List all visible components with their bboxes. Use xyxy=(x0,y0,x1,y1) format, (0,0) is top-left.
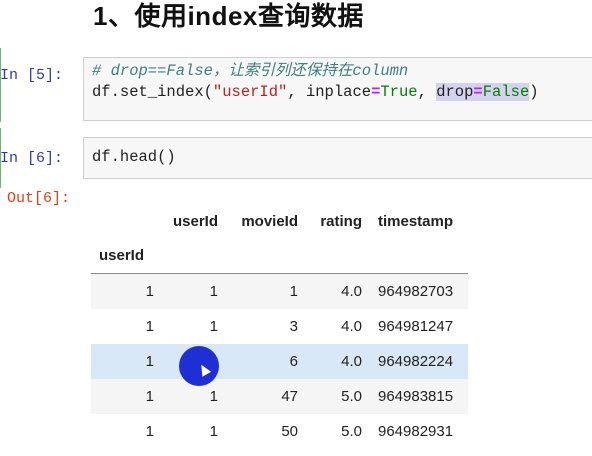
code-editor-6[interactable]: df.head() xyxy=(84,138,592,168)
table-cell: 964983815 xyxy=(370,379,468,414)
input-prompt-5: In [5]: xyxy=(0,67,64,84)
output-prompt-6: Out[6]: xyxy=(7,190,71,207)
table-row: 1 1 50 5.0 964982931 xyxy=(91,414,468,449)
index-name-row: userId xyxy=(91,238,468,274)
row-index: 1 xyxy=(145,423,154,440)
column-header: userId xyxy=(172,212,218,230)
column-header: movieId xyxy=(241,212,298,230)
table-cell: 964982703 xyxy=(370,273,468,309)
row-index: 1 xyxy=(91,379,162,414)
table-cell: 3 xyxy=(289,318,298,335)
table-cell: 1 xyxy=(209,318,218,335)
index-corner xyxy=(91,204,162,238)
table-cell: 1 xyxy=(209,423,218,440)
input-prompt-6: In [6]: xyxy=(0,150,64,167)
table-cell: 4.0 xyxy=(341,318,362,335)
row-index: 1 xyxy=(91,273,162,309)
code-line: df.set_index("userId", inplace=True, dro… xyxy=(92,83,539,101)
row-index: 1 xyxy=(145,318,154,335)
code-comment: # drop==False，让索引列还保持在column xyxy=(92,62,409,80)
table-cell: 964981247 xyxy=(378,318,454,335)
table-cell: 6 xyxy=(226,344,306,379)
table-cell: 5.0 xyxy=(306,379,370,414)
table-cell: 1 xyxy=(162,273,226,309)
row-index: 1 xyxy=(91,344,162,379)
code-cell-6[interactable]: df.head() xyxy=(83,137,592,179)
section-heading: 1、使用index查询数据 xyxy=(93,1,364,31)
column-header: rating xyxy=(320,212,362,230)
table-row: 1 1 1 4.0 964982703 xyxy=(91,273,468,309)
code-cell-5[interactable]: # drop==False，让索引列还保持在column df.set_inde… xyxy=(83,57,592,121)
table-row-hovered: 1 1 6 4.0 964982224 xyxy=(91,344,468,379)
table-cell: 5.0 xyxy=(341,423,362,440)
column-header-row: userId movieId rating timestamp xyxy=(91,204,468,238)
table-row: 1 1 3 4.0 964981247 xyxy=(91,309,468,344)
dataframe-table: userId movieId rating timestamp userId 1… xyxy=(91,204,468,449)
column-header: timestamp xyxy=(378,212,454,230)
code-editor-5[interactable]: # drop==False，让索引列还保持在column df.set_inde… xyxy=(84,58,592,103)
table-cell: 4.0 xyxy=(306,273,370,309)
table-cell: 50 xyxy=(281,423,298,440)
table-cell: 4.0 xyxy=(306,344,370,379)
table-cell: 964982931 xyxy=(378,423,454,440)
table-cell: 1 xyxy=(226,273,306,309)
table-row: 1 1 47 5.0 964983815 xyxy=(91,379,468,414)
table-cell: 47 xyxy=(226,379,306,414)
index-name: userId xyxy=(99,247,145,264)
table-cell: 964982224 xyxy=(370,344,468,379)
